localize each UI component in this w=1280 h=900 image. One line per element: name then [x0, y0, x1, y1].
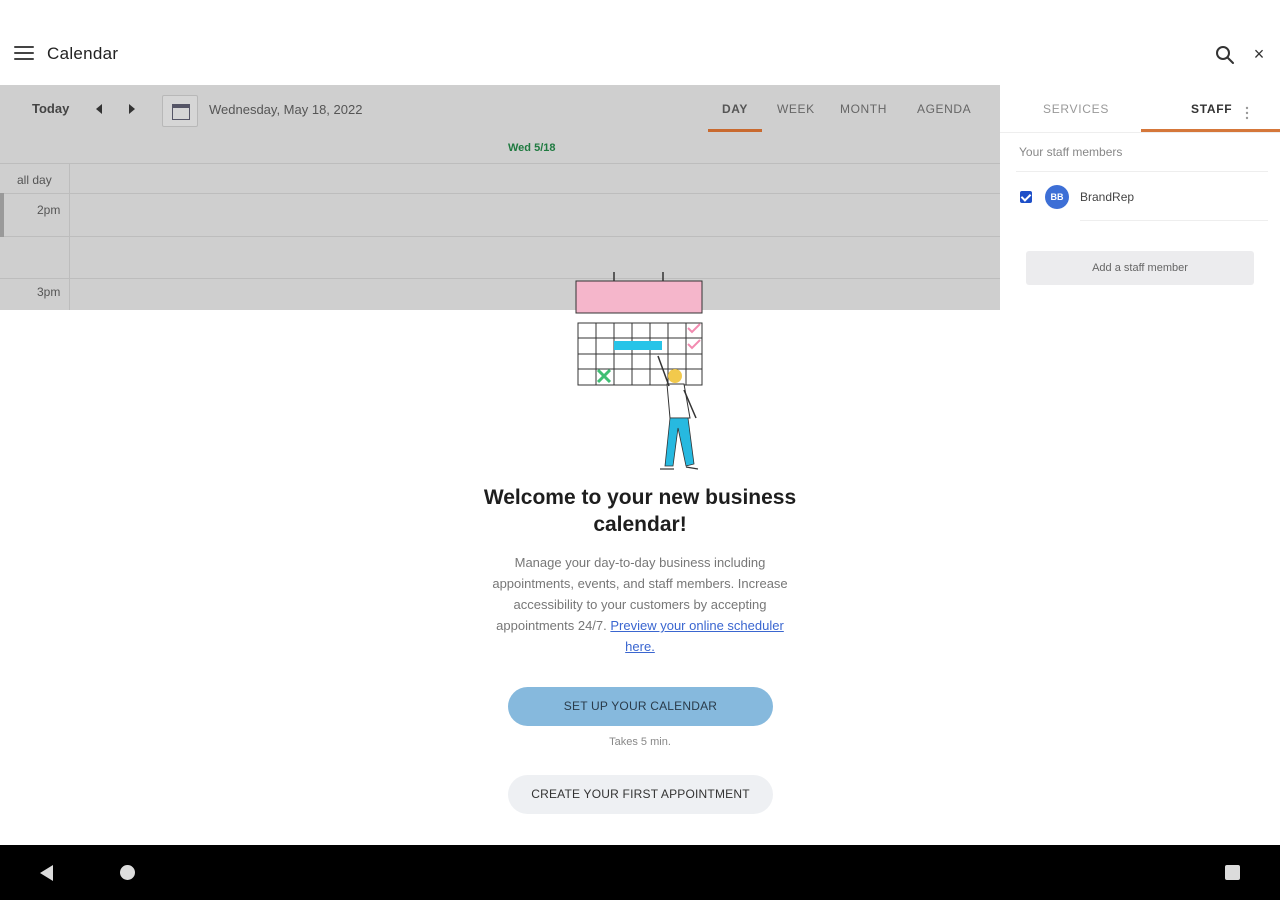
grid-line: [0, 278, 1000, 279]
welcome-title: Welcome to your new business calendar!: [483, 486, 797, 536]
close-icon[interactable]: ×: [1250, 44, 1268, 64]
current-date-label: Wednesday, May 18, 2022: [209, 102, 363, 117]
hamburger-menu-icon[interactable]: [14, 46, 34, 64]
scroll-indicator[interactable]: [0, 193, 4, 237]
tab-staff[interactable]: STAFF: [1191, 102, 1232, 116]
search-icon[interactable]: [1215, 45, 1235, 65]
calendar-illustration: [570, 268, 710, 478]
recent-apps-icon[interactable]: [1225, 865, 1240, 880]
tabs-divider: [1000, 132, 1280, 133]
app-root: Calendar × Today Wednesday, May 18, 2022…: [0, 0, 1280, 900]
more-options-icon[interactable]: [1245, 106, 1249, 120]
staff-name: BrandRep: [1080, 190, 1135, 204]
time-label-2pm: 2pm: [37, 203, 61, 217]
tab-services[interactable]: SERVICES: [1043, 102, 1109, 116]
date-picker-button[interactable]: [162, 95, 198, 127]
calendar-toolbar: Today Wednesday, May 18, 2022 DAY WEEK M…: [0, 85, 1000, 133]
app-title: Calendar: [47, 44, 119, 63]
create-first-appointment-button[interactable]: CREATE YOUR FIRST APPOINTMENT: [508, 775, 773, 814]
calendar-icon: [172, 104, 190, 120]
time-gutter-divider: [69, 163, 70, 310]
preview-scheduler-link[interactable]: Preview your online scheduler here.: [610, 618, 783, 654]
grid-line: [0, 193, 1000, 194]
system-navigation-bar: [0, 845, 1280, 900]
tab-agenda[interactable]: AGENDA: [917, 102, 971, 116]
set-up-calendar-button[interactable]: SET UP YOUR CALENDAR: [508, 687, 773, 726]
next-day-icon[interactable]: [129, 104, 135, 114]
divider: [1016, 171, 1268, 172]
divider: [1080, 220, 1268, 221]
app-bar: Calendar ×: [0, 0, 1280, 85]
grid-line: [0, 236, 1000, 237]
side-panel: SERVICES STAFF Your staff members BB Bra…: [1000, 85, 1280, 310]
all-day-label: all day: [17, 173, 52, 187]
today-button[interactable]: Today: [32, 101, 69, 116]
tab-day[interactable]: DAY: [722, 102, 748, 116]
active-view-indicator: [708, 129, 762, 132]
add-staff-member-button[interactable]: Add a staff member: [1026, 251, 1254, 285]
day-column-header: Wed 5/18: [508, 142, 556, 154]
grid-line: [0, 163, 1000, 164]
setup-duration-note: Takes 5 min.: [609, 736, 671, 748]
tab-week[interactable]: WEEK: [777, 102, 815, 116]
staff-caption: Your staff members: [1019, 145, 1123, 159]
calendar-view: Today Wednesday, May 18, 2022 DAY WEEK M…: [0, 85, 1000, 310]
tab-month[interactable]: MONTH: [840, 102, 887, 116]
avatar: BB: [1045, 185, 1069, 209]
back-icon[interactable]: [40, 865, 53, 881]
previous-day-icon[interactable]: [96, 104, 102, 114]
staff-checkbox[interactable]: [1020, 191, 1032, 203]
time-label-3pm: 3pm: [37, 285, 61, 299]
home-icon[interactable]: [120, 865, 135, 880]
welcome-description: Manage your day-to-day business includin…: [480, 552, 800, 657]
